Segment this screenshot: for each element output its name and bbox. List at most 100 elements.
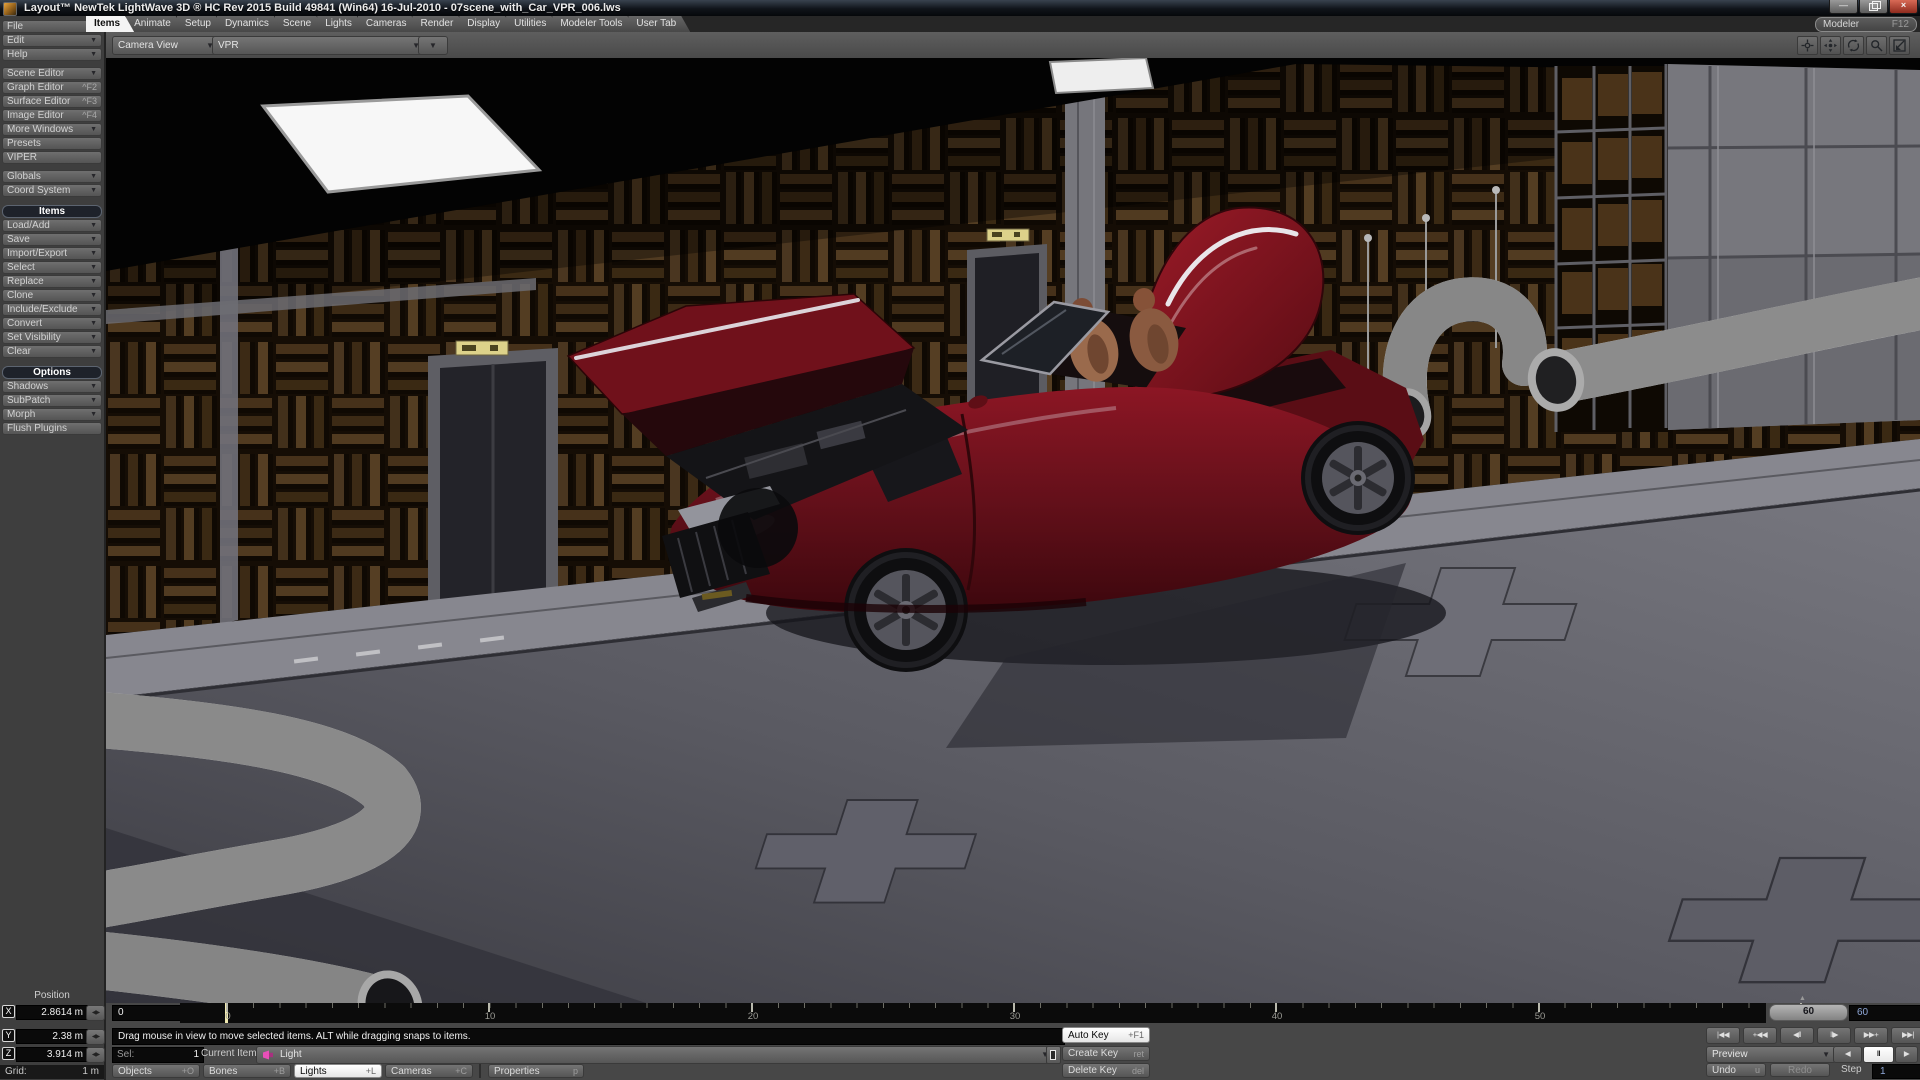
chevron-down-icon: ▼	[90, 185, 97, 196]
convert-button[interactable]: Convert▼	[2, 317, 102, 330]
axis-x-toggle[interactable]: X	[2, 1005, 15, 1018]
axis-z-toggle[interactable]: Z	[2, 1047, 15, 1060]
center-item-icon[interactable]	[1797, 36, 1818, 55]
axis-x-stepper[interactable]: ◀▶	[86, 1005, 105, 1021]
subpatch-button[interactable]: SubPatch▼	[2, 394, 102, 407]
timeline-ruler[interactable]: 0 10 20 30 40 50 60	[180, 1003, 1766, 1023]
step-forward-button[interactable]: ‖▶	[1817, 1027, 1851, 1044]
item-tab-cameras[interactable]: Cameras+C	[385, 1064, 473, 1078]
item-tab-lights[interactable]: Lights+L	[294, 1064, 382, 1078]
options-section-header: Options	[2, 366, 102, 379]
minimize-button[interactable]: —	[1829, 0, 1858, 14]
replace-button[interactable]: Replace▼	[2, 275, 102, 288]
menu-help[interactable]: Help▼	[2, 48, 102, 61]
viewport-options-dropdown[interactable]: ▼	[418, 36, 448, 55]
grid-label: Grid:	[5, 1065, 27, 1079]
item-list-button[interactable]	[1046, 1046, 1061, 1064]
tab-dynamics[interactable]: Dynamics	[217, 16, 283, 32]
fit-view-icon[interactable]	[1889, 36, 1910, 55]
step-label: Step	[1841, 1063, 1862, 1077]
morph-button[interactable]: Morph▼	[2, 408, 102, 421]
shadows-button[interactable]: Shadows▼	[2, 380, 102, 393]
import-export-button[interactable]: Import/Export▼	[2, 247, 102, 260]
include-exclude-button[interactable]: Include/Exclude▼	[2, 303, 102, 316]
globals-button[interactable]: Globals▼	[2, 170, 102, 183]
tab-render[interactable]: Render	[412, 16, 467, 32]
lightwave-layout-window: Layout™ NewTek LightWave 3D ® HC Rev 201…	[0, 0, 1920, 1080]
render-mode-dropdown[interactable]: VPR ▼	[212, 36, 426, 55]
viper-button[interactable]: VIPER	[2, 151, 102, 164]
go-to-end-button[interactable]: ▶▶|	[1891, 1027, 1920, 1044]
rotate-view-icon[interactable]	[1843, 36, 1864, 55]
more-windows-button[interactable]: More Windows▼	[2, 123, 102, 136]
close-button[interactable]: ×	[1889, 0, 1918, 14]
play-button[interactable]: ▶	[1895, 1046, 1918, 1063]
clone-button[interactable]: Clone▼	[2, 289, 102, 302]
set-visibility-button[interactable]: Set Visibility▼	[2, 331, 102, 344]
save-button[interactable]: Save▼	[2, 233, 102, 246]
properties-button[interactable]: Propertiesp	[488, 1064, 584, 1078]
tab-animate[interactable]: Animate	[126, 16, 185, 32]
presets-button[interactable]: Presets	[2, 137, 102, 150]
create-key-button[interactable]: Create Key ret	[1062, 1046, 1150, 1061]
tab-display[interactable]: Display	[459, 16, 514, 32]
view-mode-dropdown[interactable]: Camera View ▼	[112, 36, 220, 55]
prev-keyframe-button[interactable]: +◀◀	[1743, 1027, 1777, 1044]
restore-button[interactable]	[1859, 0, 1888, 14]
auto-key-button[interactable]: Auto Key +F1	[1062, 1027, 1150, 1043]
next-keyframe-button[interactable]: ▶▶+	[1854, 1027, 1888, 1044]
play-reverse-button[interactable]: ◀	[1833, 1046, 1862, 1063]
chevron-down-icon: ▼	[90, 346, 97, 357]
preview-dropdown[interactable]: Preview ▼	[1706, 1046, 1836, 1063]
step-field[interactable]: 1	[1872, 1064, 1920, 1079]
timeline-end-handle[interactable]: 60	[1769, 1004, 1848, 1021]
coord-system-button[interactable]: Coord System▼	[2, 184, 102, 197]
render-mode-value: VPR	[218, 38, 239, 54]
item-tab-bones[interactable]: Bones+B	[203, 1064, 291, 1078]
app-icon	[3, 2, 17, 16]
item-tab-objects[interactable]: Objects+O	[112, 1064, 200, 1078]
scene-editor-button[interactable]: Scene Editor▼	[2, 67, 102, 80]
axis-y-value[interactable]: 2.38 m	[16, 1029, 88, 1044]
chevron-down-icon: ▼	[1822, 1047, 1830, 1063]
current-frame-field[interactable]: 0	[112, 1005, 181, 1021]
axis-y-stepper[interactable]: ◀▶	[86, 1029, 105, 1045]
status-message: Drag mouse in view to move selected item…	[112, 1028, 1065, 1045]
axis-z-stepper[interactable]: ◀▶	[86, 1047, 105, 1063]
divider	[479, 1064, 481, 1078]
viewport-render[interactable]	[106, 58, 1920, 1003]
axis-x-value[interactable]: 2.8614 m	[16, 1005, 88, 1020]
pause-button[interactable]: ‖	[1863, 1046, 1894, 1063]
undo-button[interactable]: Undou	[1706, 1063, 1766, 1077]
chevron-down-icon: ▼	[90, 262, 97, 273]
menu-edit[interactable]: Edit▼	[2, 34, 102, 47]
go-to-start-button[interactable]: |◀◀	[1706, 1027, 1740, 1044]
pan-view-icon[interactable]	[1820, 36, 1841, 55]
car-wheel-rear	[1301, 421, 1415, 535]
tab-cameras[interactable]: Cameras	[358, 16, 421, 32]
end-frame-field[interactable]: 60	[1849, 1005, 1920, 1021]
axis-z-value[interactable]: 3.914 m	[16, 1047, 88, 1062]
load-add-button[interactable]: Load/Add▼	[2, 219, 102, 232]
select-button[interactable]: Select▼	[2, 261, 102, 274]
clear-button[interactable]: Clear▼	[2, 345, 102, 358]
grid-value: 1 m	[82, 1065, 99, 1079]
axis-y-toggle[interactable]: Y	[2, 1029, 15, 1042]
current-item-dropdown[interactable]: Light ▼	[256, 1046, 1056, 1064]
surface-editor-button[interactable]: Surface Editor^F3	[2, 95, 102, 108]
delete-key-button[interactable]: Delete Key del	[1062, 1063, 1150, 1078]
modeler-launch-button[interactable]: Modeler F12	[1815, 17, 1917, 32]
step-back-button[interactable]: ◀‖	[1780, 1027, 1814, 1044]
tab-modeler-tools[interactable]: Modeler Tools	[552, 16, 636, 32]
image-editor-button[interactable]: Image Editor^F4	[2, 109, 102, 122]
chevron-down-icon: ▼	[90, 318, 97, 329]
left-sidebar: File▼ Edit▼ Help▼ Scene Editor▼ Graph Ed…	[0, 16, 106, 1080]
tab-user-tab[interactable]: User Tab	[628, 16, 690, 32]
title-bar[interactable]: Layout™ NewTek LightWave 3D ® HC Rev 201…	[0, 0, 1920, 16]
redo-button[interactable]: Redo	[1770, 1063, 1830, 1077]
zoom-view-icon[interactable]	[1866, 36, 1887, 55]
tab-utilities[interactable]: Utilities	[506, 16, 560, 32]
graph-editor-button[interactable]: Graph Editor^F2	[2, 81, 102, 94]
flush-plugins-button[interactable]: Flush Plugins	[2, 422, 102, 435]
view-mode-value: Camera View	[118, 38, 178, 54]
